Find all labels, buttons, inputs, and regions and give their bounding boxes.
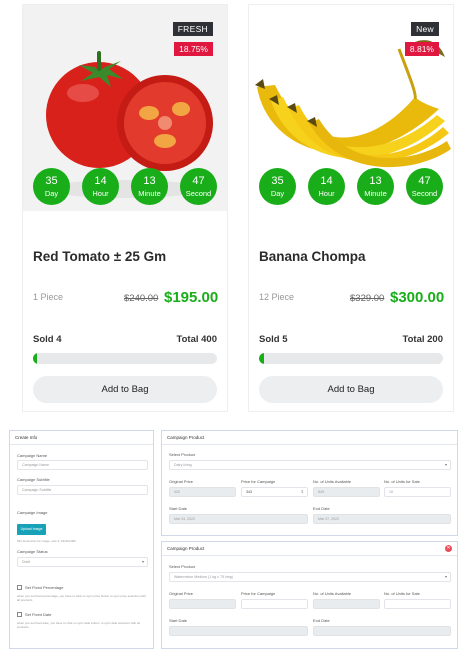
product-card-tomato[interactable]: FRESH 18.75% 35 Day 14 Hour 13 Minute 47 Sec… — [22, 4, 228, 412]
units-available-label: No. of Units Available — [313, 591, 351, 596]
tomato-image: FRESH 18.75% 35 Day 14 Hour 13 Minute 47 Sec… — [23, 5, 227, 211]
select-product-dropdown[interactable]: Watermelon Medium (1 kg ± 75 kmg) ▾ — [169, 572, 451, 582]
original-price-label: Original Price — [169, 591, 194, 596]
fixed-percentage-note: when you set fixed percentage, you have … — [17, 594, 146, 602]
start-date-label: Start Date — [169, 506, 188, 511]
campaign-product-panel: Campaign Product ✕ Select Product Waterm… — [161, 541, 458, 649]
chevron-down-icon: ▾ — [444, 574, 447, 579]
units-available-input: 549 — [313, 487, 380, 497]
product-quantity: 12 Piece — [259, 292, 295, 302]
start-date-label: Start Date — [169, 618, 188, 623]
campaign-product-panel: Campaign Product Select Product Dairy li… — [161, 430, 458, 536]
product-title[interactable]: Banana Chompa — [259, 249, 366, 264]
start-date-input[interactable] — [169, 626, 308, 636]
original-price-input — [169, 599, 236, 609]
campaign-product-title: Campaign Product — [162, 542, 457, 556]
campaign-subtitle-input[interactable]: Campaign Subtitle — [17, 485, 148, 495]
end-date-input[interactable]: Mar 27, 2022 — [313, 514, 451, 524]
start-date-input[interactable]: Mar 24, 2022 — [169, 514, 308, 524]
chevron-down-icon: ▾ — [444, 462, 447, 467]
fixed-date-label: Set Fixed Date — [25, 612, 52, 617]
campaign-product-title: Campaign Product — [162, 431, 457, 445]
select-product-label: Select Product — [169, 564, 196, 569]
fixed-percentage-checkbox[interactable] — [17, 585, 22, 590]
sold-progress-fill — [259, 353, 264, 364]
create-info-title: Create Info — [10, 431, 153, 445]
units-available-label: No. of Units Available — [313, 479, 351, 484]
product-badge: FRESH — [172, 22, 213, 36]
end-date-label: End Date — [313, 506, 330, 511]
timer-hours: 14 Hour — [82, 168, 119, 205]
timer-seconds: 47 Second — [406, 168, 443, 205]
discount-badge: 8.81% — [404, 42, 439, 56]
timer-seconds: 47 Second — [180, 168, 217, 205]
original-price-input: 420 — [169, 487, 236, 497]
product-badge: New — [411, 22, 439, 36]
end-date-input[interactable] — [313, 626, 451, 636]
upload-image-button[interactable]: Upload Image — [17, 524, 46, 535]
old-price: $329.00 — [350, 293, 385, 304]
product-title[interactable]: Red Tomato ± 25 Gm — [33, 249, 166, 264]
total-count: Total 200 — [402, 334, 443, 345]
units-for-sale-input[interactable] — [384, 599, 451, 609]
campaign-status-select[interactable]: Draft ▾ — [17, 557, 148, 567]
selected-product: Watermelon Medium (1 kg ± 75 kmg) — [174, 575, 233, 579]
fixed-date-checkbox[interactable] — [17, 612, 22, 617]
units-for-sale-input[interactable]: 10 — [384, 487, 451, 497]
timer-days: 35 Day — [259, 168, 296, 205]
price-for-campaign-label: Price for Campaign — [241, 479, 276, 484]
close-icon[interactable]: ✕ — [445, 545, 452, 552]
select-product-label: Select Product — [169, 452, 196, 457]
timer-hours: 14 Hour — [308, 168, 345, 205]
campaign-status-label: Campaign Status — [17, 549, 48, 554]
timer-minutes: 13 Minute — [357, 168, 394, 205]
fixed-percentage-label: Set Fixed Percentage — [25, 585, 64, 590]
product-quantity: 1 Piece — [33, 292, 64, 302]
select-product-dropdown[interactable]: Dairy living ▾ — [169, 460, 451, 470]
stepper-icon[interactable]: ⇕ — [301, 488, 304, 496]
countdown-timer: 35 Day 14 Hour 13 Minute 47 Second — [33, 168, 217, 206]
banana-image: New 8.81% 35 Day 14 Hour 13 Minute 47 Second — [249, 5, 453, 211]
campaign-name-label: Campaign Name — [17, 453, 48, 458]
sold-count: Sold 4 — [33, 334, 62, 345]
create-info-panel: Create Info Campaign Name Campaign Name … — [9, 430, 154, 649]
image-size-note: Min dimension for image: size 4: 1920x10… — [17, 539, 76, 543]
old-price: $240.00 — [124, 293, 159, 304]
current-price: $195.00 — [164, 289, 219, 306]
selected-product: Dairy living — [174, 463, 192, 467]
sold-progress-bar — [259, 353, 443, 364]
units-for-sale-label: No. of Units for Sale — [384, 479, 420, 484]
sold-count: Sold 5 — [259, 334, 288, 345]
product-card-banana[interactable]: New 8.81% 35 Day 14 Hour 13 Minute 47 Second… — [248, 4, 454, 412]
chevron-down-icon: ▾ — [141, 559, 144, 564]
add-to-bag-button[interactable]: Add to Bag — [33, 376, 217, 403]
sold-progress-bar — [33, 353, 217, 364]
units-for-sale-label: No. of Units for Sale — [384, 591, 420, 596]
timer-minutes: 13 Minute — [131, 168, 168, 205]
units-available-input — [313, 599, 380, 609]
current-price: $300.00 — [390, 289, 445, 306]
sold-progress-fill — [33, 353, 37, 364]
add-to-bag-button[interactable]: Add to Bag — [259, 376, 443, 403]
campaign-status-value: Draft — [22, 560, 30, 564]
campaign-image-label: Campaign Image — [17, 510, 48, 515]
original-price-label: Original Price — [169, 479, 194, 484]
price-for-campaign-label: Price for Campaign — [241, 591, 276, 596]
campaign-subtitle-label: Campaign Subtitle — [17, 477, 50, 482]
end-date-label: End Date — [313, 618, 330, 623]
price-for-campaign-input[interactable] — [241, 599, 308, 609]
price-for-campaign-input[interactable]: 343 ⇕ — [241, 487, 308, 497]
total-count: Total 400 — [176, 334, 217, 345]
campaign-name-input[interactable]: Campaign Name — [17, 460, 148, 470]
price-for-campaign-value: 343 — [246, 490, 252, 494]
timer-days: 35 Day — [33, 168, 70, 205]
countdown-timer: 35 Day 14 Hour 13 Minute 47 Second — [259, 168, 443, 206]
discount-badge: 18.75% — [174, 42, 213, 56]
fixed-date-note: when you set fixed date, you have to cli… — [17, 621, 140, 629]
